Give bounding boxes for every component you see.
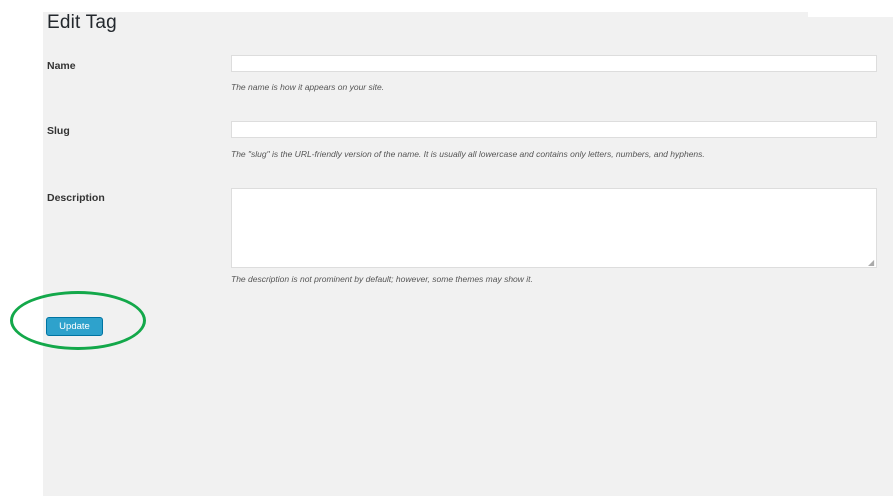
top-right-blank-area (808, 0, 893, 17)
slug-input[interactable] (231, 121, 877, 138)
name-label: Name (47, 60, 76, 72)
name-input[interactable] (231, 55, 877, 72)
description-label: Description (47, 192, 105, 204)
description-textarea[interactable] (231, 188, 877, 268)
update-button[interactable]: Update (46, 317, 103, 336)
slug-label: Slug (47, 125, 70, 137)
name-hint: The name is how it appears on your site. (231, 82, 385, 92)
description-hint: The description is not prominent by defa… (231, 274, 533, 284)
resize-grip-icon[interactable]: ◢ (868, 259, 875, 267)
page-title: Edit Tag (47, 12, 117, 33)
slug-hint: The "slug" is the URL-friendly version o… (231, 149, 705, 159)
